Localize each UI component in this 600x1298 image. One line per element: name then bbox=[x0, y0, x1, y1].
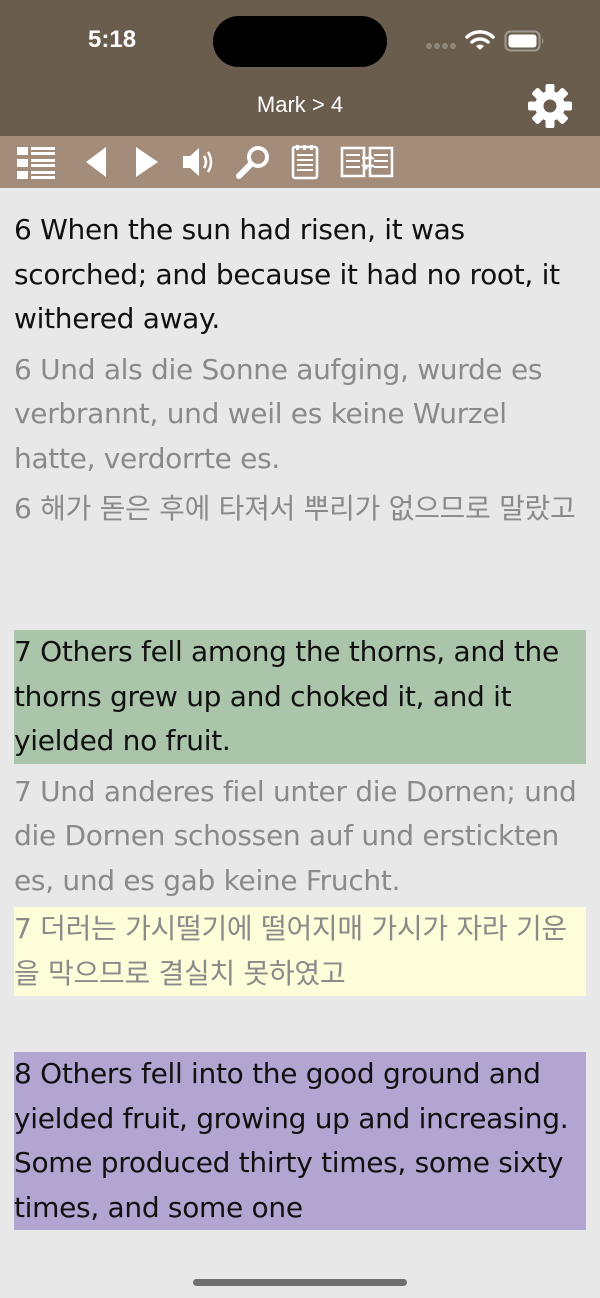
verse-7[interactable]: 7 Others fell among the thorns, and the … bbox=[14, 630, 586, 996]
verse-english: 6 When the sun had risen, it was scorche… bbox=[14, 213, 560, 335]
navigation-bar: 5:18 Mark > 4 bbox=[0, 0, 600, 136]
verse-korean: 6 해가 돋은 후에 타져서 뿌리가 없으므로 말랐고 bbox=[14, 492, 576, 525]
settings-gear-icon[interactable] bbox=[526, 82, 574, 130]
verse-english: 8 Others fell into the good ground and y… bbox=[14, 1052, 586, 1230]
bible-verse-list[interactable]: 6 When the sun had risen, it was scorche… bbox=[0, 188, 600, 1298]
forward-icon[interactable] bbox=[128, 144, 168, 180]
verse-english: 7 Others fell among the thorns, and the … bbox=[14, 630, 586, 764]
wifi-icon bbox=[465, 30, 495, 50]
search-icon[interactable] bbox=[234, 144, 274, 180]
verse-korean: 7 더러는 가시떨기에 떨어지매 가시가 자라 기운을 막으므로 결실치 못하였… bbox=[14, 907, 586, 996]
page-title: Mark > 4 bbox=[256, 92, 344, 117]
verse-german: 6 Und als die Sonne aufging, wurde es ve… bbox=[14, 352, 543, 475]
cellular-signal-icon bbox=[426, 43, 456, 49]
back-icon[interactable] bbox=[78, 144, 118, 180]
notes-icon[interactable] bbox=[286, 144, 326, 180]
battery-icon bbox=[504, 30, 544, 52]
verse-6[interactable]: 6 When the sun had risen, it was scorche… bbox=[14, 208, 586, 532]
toolbar bbox=[0, 136, 600, 188]
compare-translations-icon[interactable] bbox=[340, 144, 396, 180]
verse-8[interactable]: 8 Others fell into the good ground and y… bbox=[14, 1052, 586, 1230]
home-indicator[interactable] bbox=[193, 1279, 407, 1286]
status-time: 5:18 bbox=[88, 26, 137, 53]
speaker-icon[interactable] bbox=[180, 144, 220, 180]
verse-german: 7 Und anderes fiel unter die Dornen; und… bbox=[14, 774, 577, 897]
dynamic-island bbox=[213, 16, 387, 67]
list-icon[interactable] bbox=[16, 144, 56, 180]
